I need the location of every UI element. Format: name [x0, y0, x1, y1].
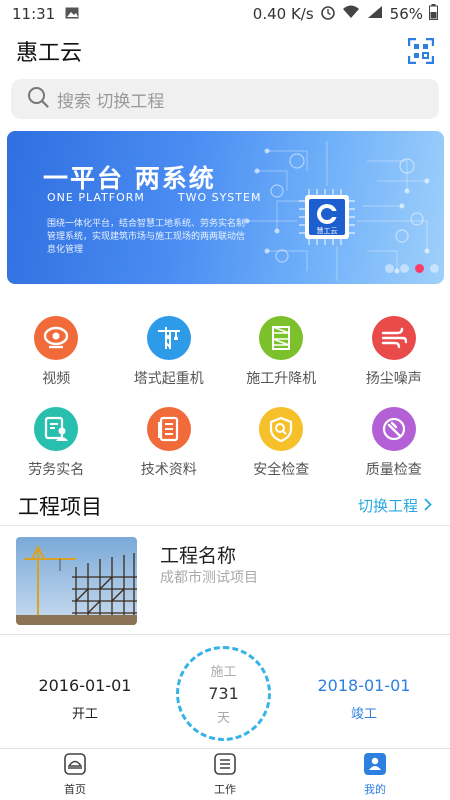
safety-check-icon — [259, 407, 304, 451]
feature-grid-row-2: 劳务实名 技术资料 安全检查 质量检查 — [0, 407, 450, 479]
work-list-icon — [214, 752, 236, 778]
start-date: 2016-01-01 — [38, 676, 132, 695]
tab-work-label: 工作 — [214, 782, 236, 796]
promo-banner[interactable]: 一平台 两系统 ONE PLATFORM TWO SYSTEM 围绕一体化平台，… — [7, 131, 444, 284]
search-placeholder: 搜索 切换工程 — [57, 91, 165, 112]
project-name: 工程名称 — [160, 545, 237, 567]
tab-home[interactable]: 首页 — [0, 749, 150, 800]
projects-section-header: 工程项目 切换工程 — [0, 486, 450, 526]
switch-project-link[interactable]: 切换工程 — [358, 495, 432, 516]
tower-crane-icon — [146, 316, 191, 360]
grid-item-labor-id[interactable]: 劳务实名 — [0, 407, 113, 479]
grid-item-tech-docs[interactable]: 技术资料 — [113, 407, 226, 479]
grid-label: 劳务实名 — [28, 462, 85, 478]
dust-noise-icon — [371, 316, 416, 360]
tab-home-label: 首页 — [64, 782, 86, 796]
carousel-dot[interactable] — [430, 264, 439, 273]
chip-logo: 慧工云 — [299, 189, 355, 245]
grid-label: 塔式起重机 — [133, 371, 204, 387]
start-label: 开工 — [71, 707, 98, 722]
end-label: 竣工 — [350, 707, 377, 722]
grid-item-construction-elevator[interactable]: 施工升降机 — [225, 316, 338, 388]
project-subtitle: 成都市测试项目 — [160, 570, 258, 586]
grid-item-tower-crane[interactable]: 塔式起重机 — [113, 316, 226, 388]
tab-profile[interactable]: 我的 — [300, 749, 450, 800]
battery-percent: 56% — [389, 5, 423, 23]
end-date: 2018-01-01 — [317, 676, 411, 695]
grid-label: 安全检查 — [253, 462, 310, 478]
construction-elevator-icon — [259, 316, 304, 360]
carousel-dot[interactable] — [385, 264, 394, 273]
grid-label: 视频 — [42, 371, 71, 387]
project-card[interactable]: 工程名称 成都市测试项目 — [0, 527, 450, 635]
network-speed: 0.40 K/s — [252, 5, 314, 23]
chip-label: 慧工云 — [316, 227, 338, 235]
duration-top-label: 施工 — [210, 665, 237, 680]
circuit-background — [244, 141, 430, 281]
grid-item-video[interactable]: 视频 — [0, 316, 113, 388]
home-icon — [64, 752, 86, 778]
labor-id-icon — [34, 407, 79, 451]
gallery-icon — [65, 5, 79, 23]
banner-subtitle-2: TWO SYSTEM — [177, 191, 262, 204]
chevron-right-icon — [424, 497, 432, 515]
banner-subtitle-1: ONE PLATFORM — [47, 191, 145, 204]
grid-item-quality-check[interactable]: 质量检查 — [338, 407, 450, 479]
wifi-icon — [342, 5, 360, 23]
profile-icon — [364, 752, 386, 778]
status-time: 11:31 — [12, 5, 56, 23]
projects-title: 工程项目 — [18, 494, 102, 519]
app-title: 惠工云 — [16, 41, 83, 66]
grid-item-dust-noise[interactable]: 扬尘噪声 — [338, 316, 450, 388]
video-icon — [34, 316, 79, 360]
status-bar: 11:31 0.40 K/s 56% — [0, 0, 450, 28]
app-header: 惠工云 — [0, 28, 450, 74]
signal-icon — [366, 5, 384, 23]
search-icon — [27, 86, 49, 112]
end-date-block: 2018-01-01 竣工 — [309, 676, 419, 722]
duration-days: 731 — [208, 684, 239, 703]
search-bar[interactable]: 搜索 切换工程 — [11, 79, 439, 119]
project-thumbnail — [16, 537, 137, 625]
battery-icon — [429, 4, 438, 24]
grid-label: 扬尘噪声 — [365, 371, 422, 387]
tech-docs-icon — [146, 407, 191, 451]
grid-label: 施工升降机 — [246, 371, 317, 387]
quality-check-icon — [371, 407, 416, 451]
grid-item-safety-check[interactable]: 安全检查 — [225, 407, 338, 479]
switch-project-label: 切换工程 — [357, 497, 418, 515]
scan-icon[interactable] — [407, 37, 435, 65]
construction-schedule: 2016-01-01 开工 施工 731 天 2018-01-01 竣工 — [0, 636, 450, 748]
banner-description: 围绕一体化平台，结合智慧工地系统、劳务实名制管理系统，实现建筑市场与施工现场的两… — [47, 219, 246, 255]
grid-label: 质量检查 — [365, 462, 422, 478]
duration-unit: 天 — [216, 711, 230, 726]
start-date-block: 2016-01-01 开工 — [30, 676, 140, 722]
bottom-nav: 首页 工作 我的 — [0, 748, 450, 800]
tab-profile-label: 我的 — [364, 782, 386, 796]
carousel-dot[interactable] — [400, 264, 409, 273]
feature-grid-row-1: 视频 塔式起重机 施工升降机 扬尘噪声 — [0, 316, 450, 388]
banner-title: 一平台 两系统 — [43, 164, 216, 193]
alarm-icon — [320, 4, 336, 24]
tab-work[interactable]: 工作 — [150, 749, 300, 800]
grid-label: 技术资料 — [140, 462, 197, 478]
banner-subtitle: ONE PLATFORM TWO SYSTEM — [47, 191, 261, 204]
carousel-dots[interactable] — [385, 264, 439, 273]
duration-ring: 施工 731 天 — [176, 646, 271, 741]
carousel-dot-active[interactable] — [415, 264, 424, 273]
